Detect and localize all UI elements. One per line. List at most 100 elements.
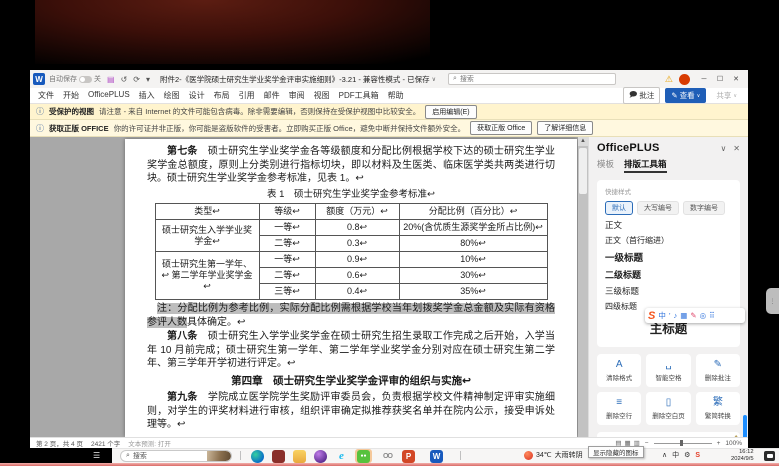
tool-clear-format[interactable]: A 清除格式: [597, 354, 641, 387]
tab-pdf-tools[interactable]: PDF工具箱: [339, 90, 379, 101]
purple-app-icon[interactable]: [314, 450, 327, 463]
account-avatar[interactable]: [679, 74, 690, 85]
lang-mode-icon[interactable]: 中: [658, 310, 666, 321]
word-taskbar-icon[interactable]: W: [430, 450, 443, 463]
app-store-icon[interactable]: [272, 450, 285, 463]
cell: 20%(含优质生源奖学金所占比例)↩: [399, 220, 547, 236]
document-scrollbar[interactable]: ▲: [578, 137, 588, 437]
tab-help[interactable]: 帮助: [388, 90, 404, 101]
cell: 二等↩: [259, 236, 315, 252]
learn-more-button[interactable]: 了解详细信息: [537, 121, 593, 135]
protected-view-label: 受保护的视图: [49, 106, 94, 117]
settings-tray-icon[interactable]: ⚙: [684, 451, 690, 459]
tab-file[interactable]: 文件: [38, 90, 54, 101]
word-window: W 自动保存 关 ▤ ↺ ⟳ ▾ 附件2-《医学院硕士研究生学业奖学金评审实施细…: [30, 70, 748, 448]
minimize-button[interactable]: ─: [696, 72, 712, 86]
license-warning-icon[interactable]: ⚠: [665, 74, 673, 85]
pill-digit-numbering[interactable]: 数字编号: [683, 201, 725, 215]
tab-view[interactable]: 视图: [314, 90, 330, 101]
tool-delete-blank-page[interactable]: ▯ 删除空白页: [646, 392, 690, 425]
tool-delete-empty-lines[interactable]: ≡ 删除空行: [597, 392, 641, 425]
comments-button[interactable]: 🗩 批注: [623, 87, 660, 104]
tab-insert[interactable]: 插入: [139, 90, 155, 101]
paragraph-article8: 第八条 硕士研究生入学学业奖学金在硕士研究生招生录取工作完成之后开始，入学当年 …: [147, 330, 555, 371]
tool-label: 删除空白页: [652, 410, 685, 420]
pane-collapse-icon[interactable]: ∨: [720, 144, 726, 153]
pane-close-icon[interactable]: ✕: [733, 144, 740, 153]
share-button[interactable]: 共享 ∨: [711, 89, 742, 102]
style-body-indent[interactable]: 正文（首行缩进）: [605, 235, 732, 246]
sogou-tray-icon[interactable]: S: [695, 452, 700, 459]
pane-tab-toolbox[interactable]: 排版工具箱: [624, 158, 667, 173]
toolbox-grid-icon[interactable]: ⠿: [709, 311, 715, 320]
tab-mailings[interactable]: 邮件: [264, 90, 280, 101]
pill-default[interactable]: 默认: [605, 201, 633, 215]
zoom-slider-handle[interactable]: [680, 440, 683, 446]
tab-design[interactable]: 设计: [189, 90, 205, 101]
show-hidden-icons-chevron[interactable]: ∧: [662, 451, 667, 459]
zoom-out-button[interactable]: −: [645, 440, 649, 447]
style-heading3[interactable]: 三级标题: [605, 285, 732, 297]
weather-widget[interactable]: 34℃ 大雨转阴: [524, 450, 583, 460]
voice-input-icon[interactable]: ♪: [674, 311, 678, 320]
word-count[interactable]: 2421 个字: [91, 438, 120, 448]
search-highlight-image[interactable]: [207, 451, 231, 461]
punctuation-icon[interactable]: ’: [669, 311, 671, 320]
tab-officeplus[interactable]: OfficePLUS: [88, 90, 130, 101]
page-indicator[interactable]: 第 2 页，共 4 页: [36, 438, 83, 448]
zoom-in-button[interactable]: +: [717, 440, 721, 447]
title-caret-icon[interactable]: ∨: [432, 76, 436, 83]
autosave-state: 关: [94, 74, 101, 84]
tool-delete-comments[interactable]: ✎ 删除批注: [696, 354, 740, 387]
close-button[interactable]: ✕: [728, 72, 744, 86]
tab-review[interactable]: 审阅: [289, 90, 305, 101]
taskbar-search-box[interactable]: ⌕ 搜索: [120, 450, 232, 462]
tab-references[interactable]: 引用: [239, 90, 255, 101]
edge-browser-icon[interactable]: [251, 450, 264, 463]
skin-brush-icon[interactable]: ✎: [690, 311, 696, 320]
tab-draw[interactable]: 绘图: [164, 90, 180, 101]
document-page[interactable]: 第七条 硕士研究生学业奖学金各等级额度和分配比例根据学校下达的硕士研究生学业奖学…: [125, 139, 577, 437]
scroll-up-icon[interactable]: ▲: [578, 137, 588, 146]
taskbar-clock[interactable]: 16:12 2024/9/5: [731, 449, 754, 462]
notification-center-icon[interactable]: [764, 451, 775, 461]
style-heading2[interactable]: 二级标题: [605, 268, 732, 281]
word-app-icon[interactable]: W: [33, 73, 45, 85]
qat-more-icon[interactable]: ▾: [146, 75, 150, 84]
zoom-slider[interactable]: [654, 443, 712, 444]
maximize-button[interactable]: ☐: [712, 72, 728, 86]
save-icon[interactable]: ▤: [107, 75, 115, 84]
screen-edge-handle[interactable]: ⋮: [766, 288, 779, 314]
sogou-logo-icon[interactable]: S: [648, 310, 655, 322]
text-prediction[interactable]: 文本预测: 打开: [128, 438, 171, 448]
pill-upper-numbering[interactable]: 大写编号: [637, 201, 679, 215]
widgets-icon[interactable]: ☰: [93, 451, 104, 460]
style-heading1[interactable]: 一级标题: [605, 250, 732, 264]
file-explorer-icon[interactable]: [293, 450, 306, 463]
zoom-percentage[interactable]: 100%: [725, 440, 742, 447]
tool-convert-traditional[interactable]: 繁 繁简转换: [696, 392, 740, 425]
undo-icon[interactable]: ↺: [121, 75, 128, 84]
pane-tab-templates[interactable]: 模板: [597, 158, 614, 173]
sogou-input-toolbar[interactable]: S 中 ’ ♪ ▦ ✎ ◎ ⠿: [645, 308, 745, 323]
soft-keyboard-icon[interactable]: ▦: [680, 311, 687, 320]
internet-explorer-icon[interactable]: e: [335, 450, 348, 463]
gray-app-icon[interactable]: OO: [381, 450, 394, 463]
tab-layout[interactable]: 布局: [214, 90, 230, 101]
get-genuine-button[interactable]: 获取正版 Office: [470, 121, 532, 135]
powerpoint-icon[interactable]: P: [402, 450, 415, 463]
delete-comments-icon: ✎: [714, 360, 722, 370]
smart-assist-icon[interactable]: ◎: [700, 311, 707, 320]
style-body[interactable]: 正文: [605, 219, 732, 231]
autosave-switch[interactable]: [79, 76, 92, 83]
tab-home[interactable]: 开始: [63, 90, 79, 101]
enable-editing-button[interactable]: 启用编辑(E): [425, 105, 476, 119]
autosave-toggle[interactable]: 自动保存 关: [49, 74, 101, 84]
tool-smart-space[interactable]: ␣ 智能空格: [646, 354, 690, 387]
viewing-mode-button[interactable]: ✎ 查看 ∨: [665, 88, 706, 103]
scrollbar-thumb[interactable]: [579, 148, 587, 194]
input-language-icon[interactable]: 中: [672, 450, 679, 460]
wechat-icon[interactable]: ●●: [357, 450, 370, 463]
redo-icon[interactable]: ⟳: [133, 75, 140, 84]
ribbon-search-box[interactable]: ⌕ 搜索: [448, 73, 616, 85]
